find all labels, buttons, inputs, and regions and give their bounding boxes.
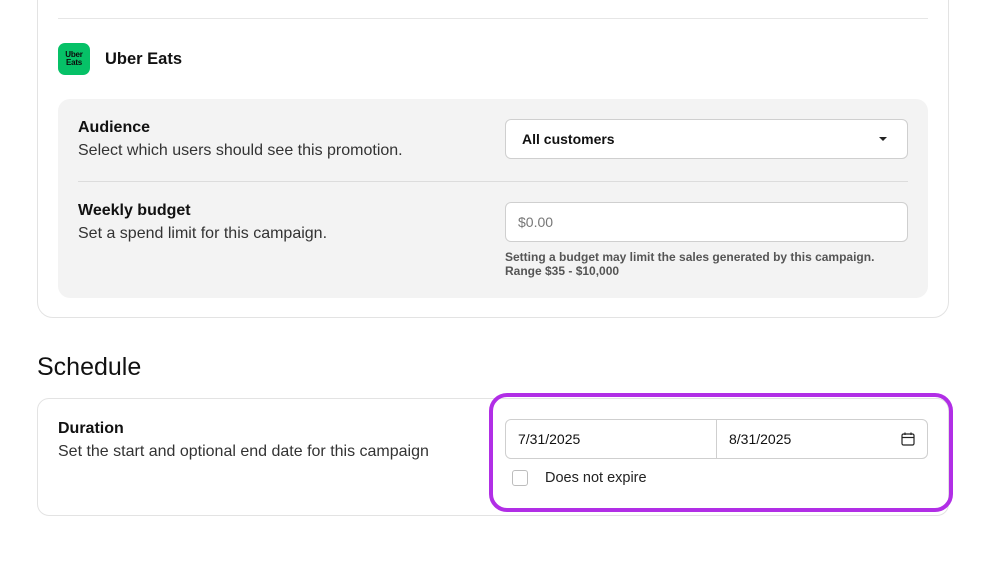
audience-selected-value: All customers bbox=[522, 131, 615, 147]
end-date-field[interactable]: 8/31/2025 bbox=[717, 420, 927, 458]
provider-settings-panel: Audience Select which users should see t… bbox=[58, 99, 928, 298]
start-date-value: 7/31/2025 bbox=[518, 431, 581, 447]
audience-select[interactable]: All customers bbox=[505, 119, 908, 159]
weekly-budget-description: Set a spend limit for this campaign. bbox=[78, 225, 328, 242]
audience-title: Audience bbox=[78, 119, 151, 136]
budget-helper-line1: Setting a budget may limit the sales gen… bbox=[505, 250, 875, 264]
calendar-icon[interactable] bbox=[901, 432, 915, 446]
does-not-expire-label: Does not expire bbox=[545, 470, 647, 486]
uber-eats-logo: Uber Eats bbox=[58, 43, 90, 75]
provider-header: Uber Eats Uber Eats bbox=[58, 43, 182, 75]
logo-text-line2: Eats bbox=[65, 58, 83, 67]
panel-divider bbox=[78, 181, 908, 182]
provider-name: Uber Eats bbox=[105, 49, 183, 68]
card-divider bbox=[58, 18, 928, 19]
does-not-expire-option[interactable]: Does not expire bbox=[512, 470, 647, 486]
duration-description: Set the start and optional end date for … bbox=[58, 443, 429, 460]
budget-helper-line2: Range $35 - $10,000 bbox=[505, 264, 620, 278]
duration-title: Duration bbox=[58, 420, 124, 437]
weekly-budget-title: Weekly budget bbox=[78, 202, 191, 219]
caret-down-icon bbox=[879, 137, 887, 141]
does-not-expire-checkbox[interactable] bbox=[512, 470, 528, 486]
budget-helper-text: Setting a budget may limit the sales gen… bbox=[505, 250, 915, 278]
schedule-section-title: Schedule bbox=[37, 353, 142, 381]
weekly-budget-input[interactable] bbox=[505, 202, 908, 242]
date-range-picker[interactable]: 7/31/2025 8/31/2025 bbox=[505, 419, 928, 459]
audience-description: Select which users should see this promo… bbox=[78, 142, 403, 159]
campaign-settings-page: Uber Eats Uber Eats Audience Select whic… bbox=[0, 0, 985, 562]
provider-card: Uber Eats Uber Eats Audience Select whic… bbox=[37, 0, 949, 318]
start-date-field[interactable]: 7/31/2025 bbox=[506, 420, 717, 458]
end-date-value: 8/31/2025 bbox=[729, 431, 792, 447]
